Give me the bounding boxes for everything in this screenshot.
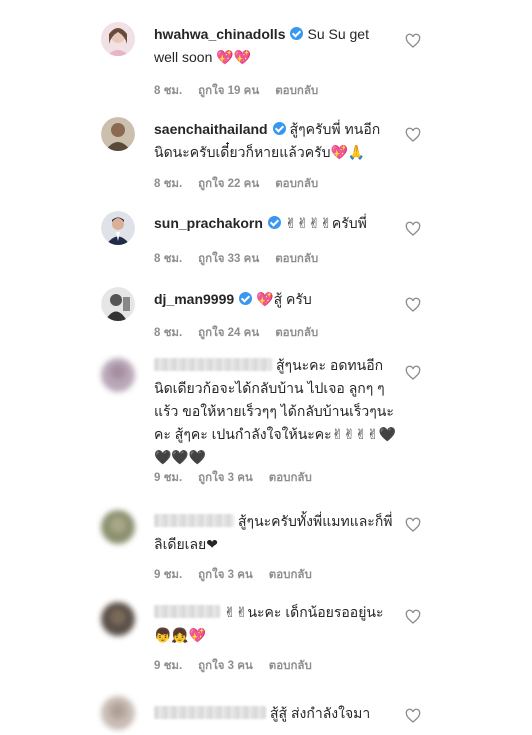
like-heart-icon[interactable] xyxy=(405,708,421,724)
comment-time[interactable]: 9 ชม. xyxy=(154,660,182,672)
comment-likes[interactable]: ถูกใจ 3 คน xyxy=(198,569,253,581)
comment-username[interactable]: hwahwa_chinadolls xyxy=(154,26,285,42)
comment-time[interactable]: 8 ชม. xyxy=(154,85,182,97)
comment-body: สู้ๆนะคะ อดทนอีกนิดเดียวก้อจะได้กลับบ้าน… xyxy=(154,354,399,469)
reply-button[interactable]: ตอบกลับ xyxy=(275,178,318,190)
comment-body: ✌✌นะคะ เด็กน้อยรออยู่นะ👦👧💖 xyxy=(154,601,399,647)
comment-username[interactable]: dj_man9999 xyxy=(154,291,234,307)
avatar[interactable] xyxy=(101,211,135,245)
like-heart-icon[interactable] xyxy=(405,221,421,237)
like-heart-icon[interactable] xyxy=(405,33,421,49)
reply-button[interactable]: ตอบกลับ xyxy=(275,253,318,265)
avatar[interactable] xyxy=(101,696,135,730)
comment-meta: 9 ชม. ถูกใจ 3 คน ตอบกลับ xyxy=(154,469,328,487)
comment-time[interactable]: 9 ชม. xyxy=(154,569,182,581)
comment-username[interactable]: saenchaithailand xyxy=(154,121,268,137)
avatar[interactable] xyxy=(101,602,135,636)
comment-likes[interactable]: ถูกใจ 3 คน xyxy=(198,660,253,672)
comment-likes[interactable]: ถูกใจ 19 คน xyxy=(198,85,259,97)
like-heart-icon[interactable] xyxy=(405,297,421,313)
avatar[interactable] xyxy=(101,358,135,392)
comment-text: ✌✌✌✌ครับพี่ xyxy=(284,215,367,231)
reply-button[interactable]: ตอบกลับ xyxy=(269,660,312,672)
comment-username[interactable]: sun_prachakorn xyxy=(154,215,263,231)
comment-time[interactable]: 9 ชม. xyxy=(154,472,182,484)
reply-button[interactable]: ตอบกลับ xyxy=(275,327,318,339)
like-heart-icon[interactable] xyxy=(405,517,421,533)
comment-body: dj_man9999 💖สู้ ครับ xyxy=(154,288,394,311)
comment-likes[interactable]: ถูกใจ 3 คน xyxy=(198,472,253,484)
blurred-username xyxy=(154,706,266,719)
like-heart-icon[interactable] xyxy=(405,127,421,143)
comment-time[interactable]: 8 ชม. xyxy=(154,327,182,339)
comment-meta: 9 ชม. ถูกใจ 3 คน ตอบกลับ xyxy=(154,657,328,675)
reply-button[interactable]: ตอบกลับ xyxy=(269,472,312,484)
reply-button[interactable]: ตอบกลับ xyxy=(275,85,318,97)
comment-body: sun_prachakorn ✌✌✌✌ครับพี่ xyxy=(154,212,394,235)
comment-body: สู้ๆนะครับทั้งพี่แมทและก็พี่ลิเดียเลย❤ xyxy=(154,510,399,556)
comment-time[interactable]: 8 ชม. xyxy=(154,253,182,265)
comment-time[interactable]: 8 ชม. xyxy=(154,178,182,190)
comment-text: สู้สู้ ส่งกำลังใจมา xyxy=(270,705,371,721)
comment-text: 💖สู้ ครับ xyxy=(256,291,312,307)
comment-meta: 8 ชม. ถูกใจ 22 คน ตอบกลับ xyxy=(154,175,334,193)
verified-badge-icon xyxy=(267,216,281,229)
blurred-username xyxy=(154,358,272,371)
like-heart-icon[interactable] xyxy=(405,365,421,381)
comment-likes[interactable]: ถูกใจ 33 คน xyxy=(198,253,259,265)
comment-likes[interactable]: ถูกใจ 22 คน xyxy=(198,178,259,190)
reply-button[interactable]: ตอบกลับ xyxy=(269,569,312,581)
comment-meta: 8 ชม. ถูกใจ 33 คน ตอบกลับ xyxy=(154,250,334,268)
comment-body: saenchaithailand สู้ๆครับพี่ ทนอีกนิดนะคร… xyxy=(154,118,394,164)
comment-body: hwahwa_chinadolls Su Su get well soon 💖💖 xyxy=(154,23,394,69)
avatar[interactable] xyxy=(101,287,135,321)
verified-badge-icon xyxy=(290,27,304,40)
verified-badge-icon xyxy=(272,122,286,135)
comment-likes[interactable]: ถูกใจ 24 คน xyxy=(198,327,259,339)
avatar[interactable] xyxy=(101,117,135,151)
like-heart-icon[interactable] xyxy=(405,609,421,625)
comment-meta: 8 ชม. ถูกใจ 24 คน ตอบกลับ xyxy=(154,324,334,342)
blurred-username xyxy=(154,605,220,618)
comment-body: สู้สู้ ส่งกำลังใจมา xyxy=(154,702,414,725)
comment-meta: 9 ชม. ถูกใจ 3 คน ตอบกลับ xyxy=(154,566,328,584)
avatar[interactable] xyxy=(101,22,135,56)
blurred-username xyxy=(154,514,234,527)
avatar[interactable] xyxy=(101,510,135,544)
comment-text: สู้ๆนะคะ อดทนอีกนิดเดียวก้อจะได้กลับบ้าน… xyxy=(154,357,397,465)
comment-meta: 8 ชม. ถูกใจ 19 คน ตอบกลับ xyxy=(154,82,334,100)
verified-badge-icon xyxy=(239,292,253,305)
